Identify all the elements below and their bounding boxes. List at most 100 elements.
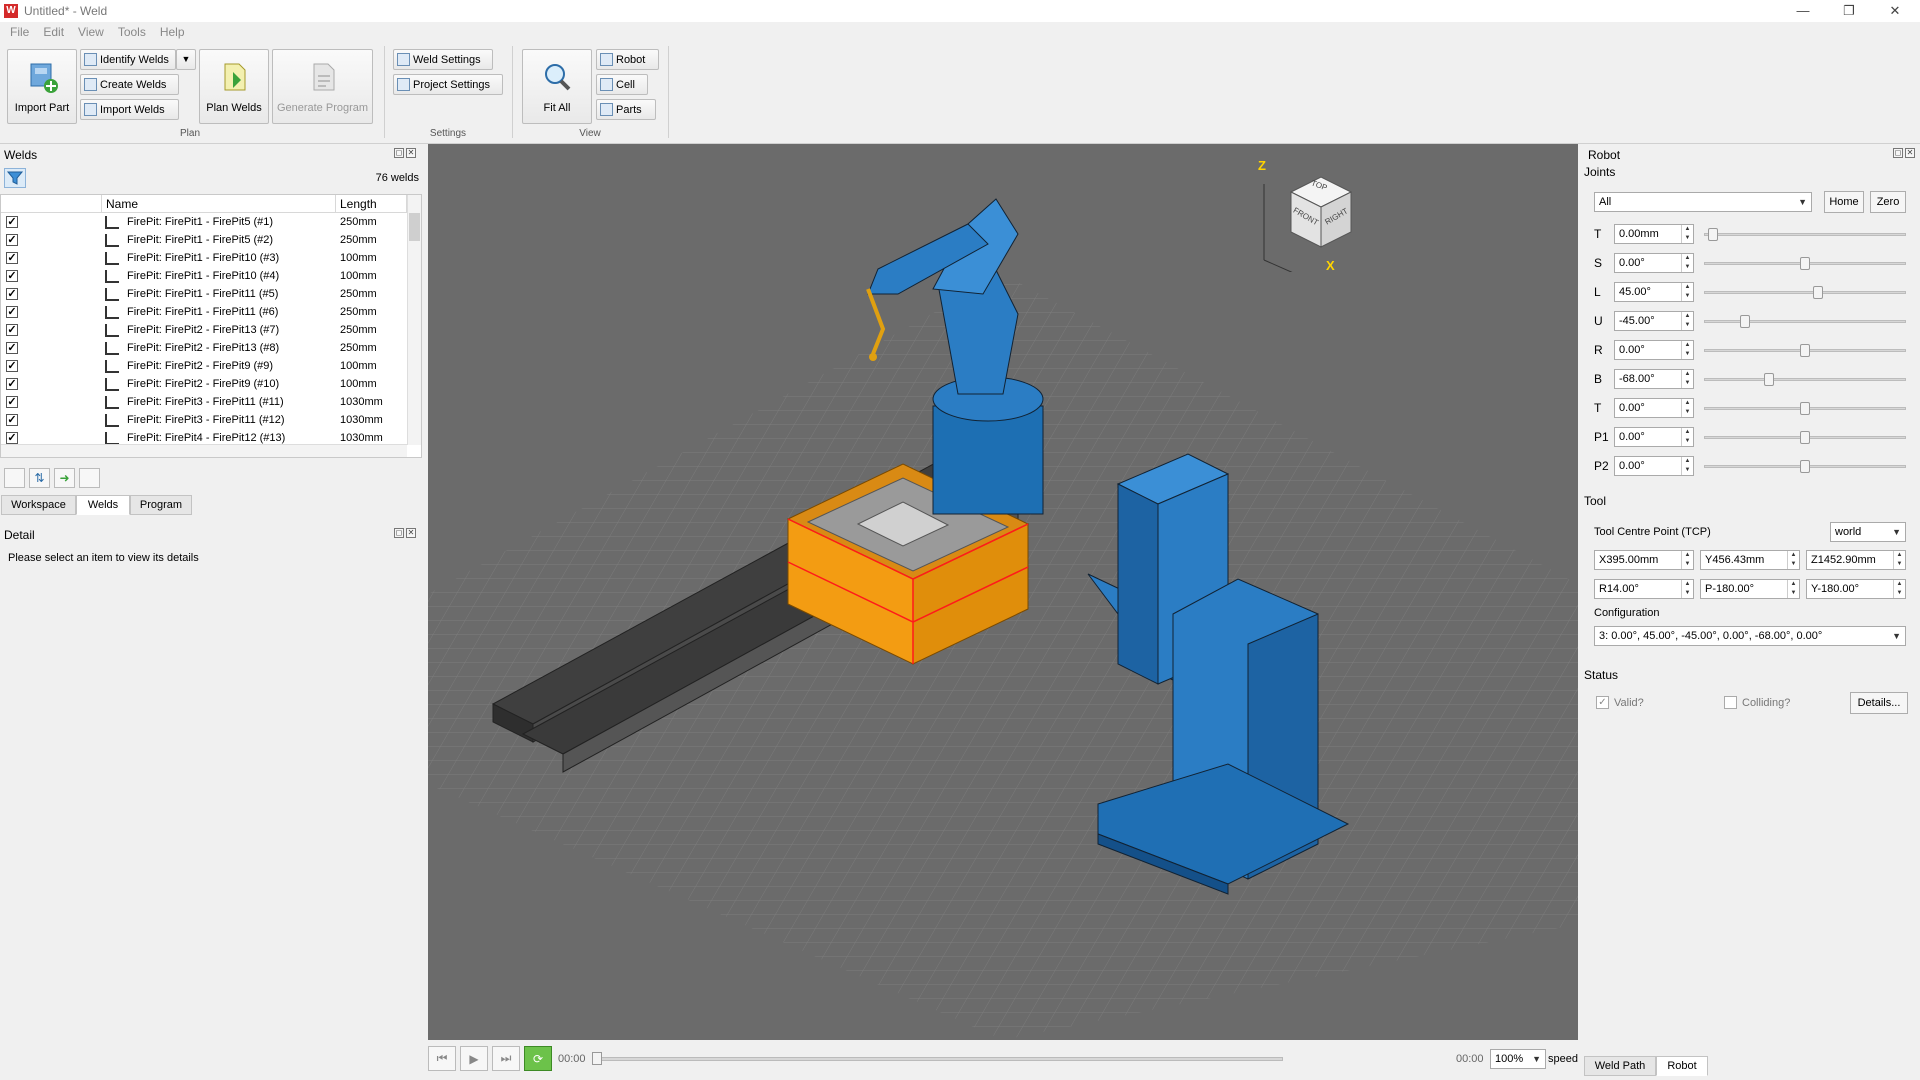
view-cube[interactable]: TOP FRONT RIGHT Z X	[1256, 158, 1366, 283]
timeline-slider[interactable]	[592, 1052, 1283, 1065]
home-button[interactable]: Home	[1824, 191, 1864, 213]
spin-arrows-icon[interactable]: ▲ ▼	[1681, 254, 1693, 272]
spin-arrows-icon[interactable]: ▲ ▼	[1681, 312, 1693, 330]
joint-value-input[interactable]: 0.00° ▲ ▼	[1614, 253, 1694, 273]
import-part-button[interactable]: Import Part	[7, 49, 77, 124]
weld-checkbox[interactable]: ✓	[6, 252, 18, 264]
slider-thumb[interactable]	[1708, 228, 1718, 241]
close-panel-button[interactable]: ✕	[406, 528, 416, 538]
joint-slider[interactable]	[1704, 340, 1906, 360]
joint-value-input[interactable]: 0.00° ▲ ▼	[1614, 427, 1694, 447]
joint-value-input[interactable]: 0.00mm ▲ ▼	[1614, 224, 1694, 244]
sort-icon[interactable]: ⇅	[29, 468, 50, 488]
parts-view-button[interactable]: Parts	[596, 99, 656, 120]
float-panel-button[interactable]: ◻	[394, 148, 404, 158]
weld-checkbox[interactable]: ✓	[6, 432, 18, 444]
table-row[interactable]: ✓ FirePit: FirePit2 - FirePit13 (#7) 250mm	[1, 321, 407, 339]
tcp-input[interactable]: P-180.00° ▲ ▼	[1700, 579, 1800, 599]
table-row[interactable]: ✓ FirePit: FirePit1 - FirePit10 (#3) 100mm	[1, 249, 407, 267]
scene-canvas[interactable]	[428, 144, 1578, 1040]
joint-slider[interactable]	[1704, 224, 1906, 244]
weld-checkbox[interactable]: ✓	[6, 414, 18, 426]
table-row[interactable]: ✓ FirePit: FirePit2 - FirePit13 (#8) 250mm	[1, 339, 407, 357]
slider-thumb[interactable]	[1800, 460, 1810, 473]
spin-arrows-icon[interactable]: ▲ ▼	[1787, 551, 1799, 569]
slider-thumb[interactable]	[1764, 373, 1774, 386]
menu-view[interactable]: View	[78, 25, 104, 39]
plan-selected-icon[interactable]: ➜	[54, 468, 75, 488]
col-name-header[interactable]: Name	[102, 195, 336, 213]
joint-value-input[interactable]: -45.00° ▲ ▼	[1614, 311, 1694, 331]
cell-view-button[interactable]: Cell	[596, 74, 648, 95]
tcp-input[interactable]: Y456.43mm ▲ ▼	[1700, 550, 1800, 570]
weld-checkbox[interactable]: ✓	[6, 306, 18, 318]
loop-button[interactable]: ⟳	[524, 1046, 552, 1071]
spin-arrows-icon[interactable]: ▲ ▼	[1681, 283, 1693, 301]
weld-settings-button[interactable]: Weld Settings	[393, 49, 493, 70]
weld-checkbox[interactable]: ✓	[6, 234, 18, 246]
create-welds-button[interactable]: Create Welds	[80, 74, 179, 95]
plan-welds-button[interactable]: Plan Welds	[199, 49, 269, 124]
slider-thumb[interactable]	[1800, 257, 1810, 270]
joint-value-input[interactable]: -68.00° ▲ ▼	[1614, 369, 1694, 389]
joint-slider[interactable]	[1704, 253, 1906, 273]
slider-thumb[interactable]	[1740, 315, 1750, 328]
import-welds-button[interactable]: Import Welds	[80, 99, 179, 120]
spin-arrows-icon[interactable]: ▲ ▼	[1787, 580, 1799, 598]
timeline-thumb[interactable]	[592, 1052, 602, 1065]
joint-slider[interactable]	[1704, 369, 1906, 389]
spin-arrows-icon[interactable]: ▲ ▼	[1893, 580, 1905, 598]
slider-thumb[interactable]	[1813, 286, 1823, 299]
tab-workspace[interactable]: Workspace	[1, 495, 76, 515]
tab-welds[interactable]: Welds	[76, 495, 130, 515]
project-settings-button[interactable]: Project Settings	[393, 74, 503, 95]
joint-value-input[interactable]: 0.00° ▲ ▼	[1614, 456, 1694, 476]
menu-edit[interactable]: Edit	[43, 25, 64, 39]
select-all-icon[interactable]	[4, 468, 25, 488]
tab-program[interactable]: Program	[130, 495, 192, 515]
joint-group-select[interactable]: All ▼	[1594, 192, 1812, 212]
slider-thumb[interactable]	[1800, 344, 1810, 357]
weld-checkbox[interactable]: ✓	[6, 378, 18, 390]
maximize-button[interactable]: ❐	[1826, 0, 1872, 22]
properties-icon[interactable]	[79, 468, 100, 488]
col-length-header[interactable]: Length	[336, 195, 407, 213]
float-panel-button[interactable]: ◻	[394, 528, 404, 538]
identify-welds-button[interactable]: Identify Welds	[80, 49, 176, 70]
tab-weld-path[interactable]: Weld Path	[1584, 1056, 1656, 1076]
spin-arrows-icon[interactable]: ▲ ▼	[1681, 457, 1693, 475]
tab-robot[interactable]: Robot	[1656, 1056, 1708, 1076]
filter-button[interactable]	[4, 168, 26, 188]
weld-checkbox[interactable]: ✓	[6, 270, 18, 282]
fit-all-button[interactable]: Fit All	[522, 49, 592, 124]
minimize-button[interactable]: —	[1780, 0, 1826, 22]
spin-arrows-icon[interactable]: ▲ ▼	[1681, 580, 1693, 598]
table-row[interactable]: ✓ FirePit: FirePit1 - FirePit10 (#4) 100mm	[1, 267, 407, 285]
weld-checkbox[interactable]: ✓	[6, 396, 18, 408]
tcp-input[interactable]: Y-180.00° ▲ ▼	[1806, 579, 1906, 599]
joint-slider[interactable]	[1704, 456, 1906, 476]
weld-checkbox[interactable]: ✓	[6, 342, 18, 354]
joint-value-input[interactable]: 45.00° ▲ ▼	[1614, 282, 1694, 302]
spin-arrows-icon[interactable]: ▲ ▼	[1681, 399, 1693, 417]
spin-arrows-icon[interactable]: ▲ ▼	[1681, 428, 1693, 446]
spin-arrows-icon[interactable]: ▲ ▼	[1681, 225, 1693, 243]
spin-arrows-icon[interactable]: ▲ ▼	[1681, 370, 1693, 388]
generate-program-button[interactable]: Generate Program	[272, 49, 373, 124]
joint-slider[interactable]	[1704, 398, 1906, 418]
joint-slider[interactable]	[1704, 282, 1906, 302]
3d-viewport[interactable]: TOP FRONT RIGHT Z X	[428, 144, 1578, 1040]
play-button[interactable]: ▶	[460, 1046, 488, 1071]
slider-thumb[interactable]	[1800, 431, 1810, 444]
weld-checkbox[interactable]: ✓	[6, 324, 18, 336]
zero-button[interactable]: Zero	[1870, 191, 1906, 213]
table-row[interactable]: ✓ FirePit: FirePit1 - FirePit11 (#5) 250mm	[1, 285, 407, 303]
spin-arrows-icon[interactable]: ▲ ▼	[1893, 551, 1905, 569]
table-row[interactable]: ✓ FirePit: FirePit3 - FirePit11 (#11) 1030…	[1, 393, 407, 411]
joint-value-input[interactable]: 0.00° ▲ ▼	[1614, 398, 1694, 418]
joint-slider[interactable]	[1704, 427, 1906, 447]
configuration-select[interactable]: 3: 0.00°, 45.00°, -45.00°, 0.00°, -68.00…	[1594, 626, 1906, 646]
menu-tools[interactable]: Tools	[118, 25, 146, 39]
spin-arrows-icon[interactable]: ▲ ▼	[1681, 551, 1693, 569]
joint-value-input[interactable]: 0.00° ▲ ▼	[1614, 340, 1694, 360]
